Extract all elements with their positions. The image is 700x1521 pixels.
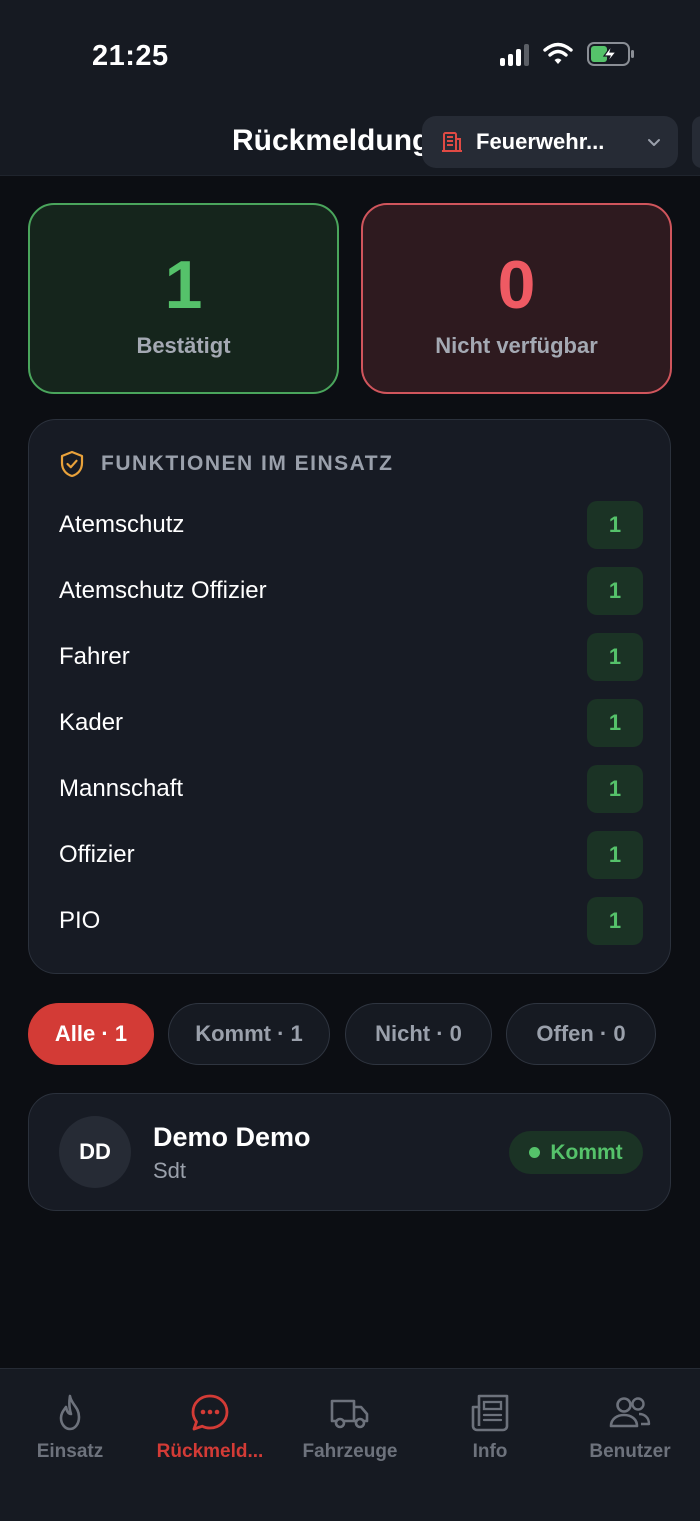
nav-label: Benutzer [589,1441,671,1462]
function-row: PIO 1 [59,897,643,945]
shield-check-icon [60,450,84,478]
battery-charging-icon [587,42,634,66]
confirmed-count: 1 [164,247,203,323]
status-icons [500,42,635,66]
avatar: DD [59,1116,131,1188]
header-action-button[interactable] [692,116,700,168]
function-name: PIO [59,907,101,934]
users-icon [609,1397,651,1428]
truck-icon [330,1399,369,1429]
unavailable-summary-card[interactable]: 0 Nicht verfügbar [361,203,672,394]
newspaper-icon [471,1394,509,1432]
filter-chip-open[interactable]: Offen · 0 [506,1003,656,1065]
function-count-badge: 1 [587,831,643,879]
function-name: Fahrer [59,643,130,670]
filter-chip-coming[interactable]: Kommt · 1 [168,1003,330,1065]
status-label: Kommt [550,1140,623,1164]
function-name: Atemschutz Offizier [59,577,267,604]
function-count-badge: 1 [587,501,643,549]
nav-item-rueckmeldung[interactable]: Rückmeld... [140,1391,280,1463]
unavailable-count: 0 [497,247,536,323]
top-bar: 21:25 Rückmeldung Feuerwehr... [0,0,700,176]
function-count-badge: 1 [587,633,643,681]
responder-name: Demo Demo [153,1122,311,1152]
chat-bubble-icon [191,1394,229,1431]
cellular-signal-icon [500,42,529,66]
flame-icon [59,1394,81,1431]
building-icon [442,132,462,152]
function-row: Kader 1 [59,699,643,747]
function-row: Atemschutz Offizier 1 [59,567,643,615]
function-count-badge: 1 [587,567,643,615]
filter-chip-not-coming[interactable]: Nicht · 0 [345,1003,492,1065]
function-row: Offizier 1 [59,831,643,879]
nav-label: Einsatz [36,1441,104,1462]
nav-item-info[interactable]: Info [420,1391,560,1463]
wifi-icon [543,42,573,64]
nav-label: Info [472,1441,508,1462]
page-title: Rückmeldung [232,124,431,157]
status-badge: Kommt [509,1131,643,1174]
status-time: 21:25 [92,40,169,72]
station-selector-label: Feuerwehr... [476,129,605,154]
filter-chip-all[interactable]: Alle · 1 [28,1003,154,1065]
bottom-navigation: Einsatz Rückmeld... Fahrzeuge Info Benut… [0,1368,700,1521]
responder-card[interactable]: DD Demo Demo Sdt Kommt [28,1093,671,1211]
nav-label: Fahrzeuge [302,1441,398,1462]
function-row: Atemschutz 1 [59,501,643,549]
chevron-down-icon [648,139,660,146]
nav-item-benutzer[interactable]: Benutzer [560,1391,700,1463]
function-row: Fahrer 1 [59,633,643,681]
functions-panel: FUNKTIONEN IM EINSATZ Atemschutz 1 Atems… [28,419,671,974]
function-name: Offizier [59,841,135,868]
confirmed-label: Bestätigt [136,333,231,358]
status-dot-icon [529,1147,541,1158]
nav-item-fahrzeuge[interactable]: Fahrzeuge [280,1391,420,1463]
function-name: Kader [59,709,124,736]
function-name: Atemschutz [59,511,185,538]
function-count-badge: 1 [587,699,643,747]
functions-panel-title: FUNKTIONEN IM EINSATZ [101,452,394,475]
function-name: Mannschaft [59,775,184,802]
function-count-badge: 1 [587,897,643,945]
confirmed-summary-card[interactable]: 1 Bestätigt [28,203,339,394]
function-count-badge: 1 [587,765,643,813]
unavailable-label: Nicht verfügbar [435,333,598,358]
nav-item-einsatz[interactable]: Einsatz [0,1391,140,1463]
responder-role: Sdt [153,1158,187,1183]
functions-panel-header: FUNKTIONEN IM EINSATZ [59,450,393,478]
function-row: Mannschaft 1 [59,765,643,813]
nav-label: Rückmeld... [156,1441,264,1462]
station-selector[interactable]: Feuerwehr... [422,116,678,168]
